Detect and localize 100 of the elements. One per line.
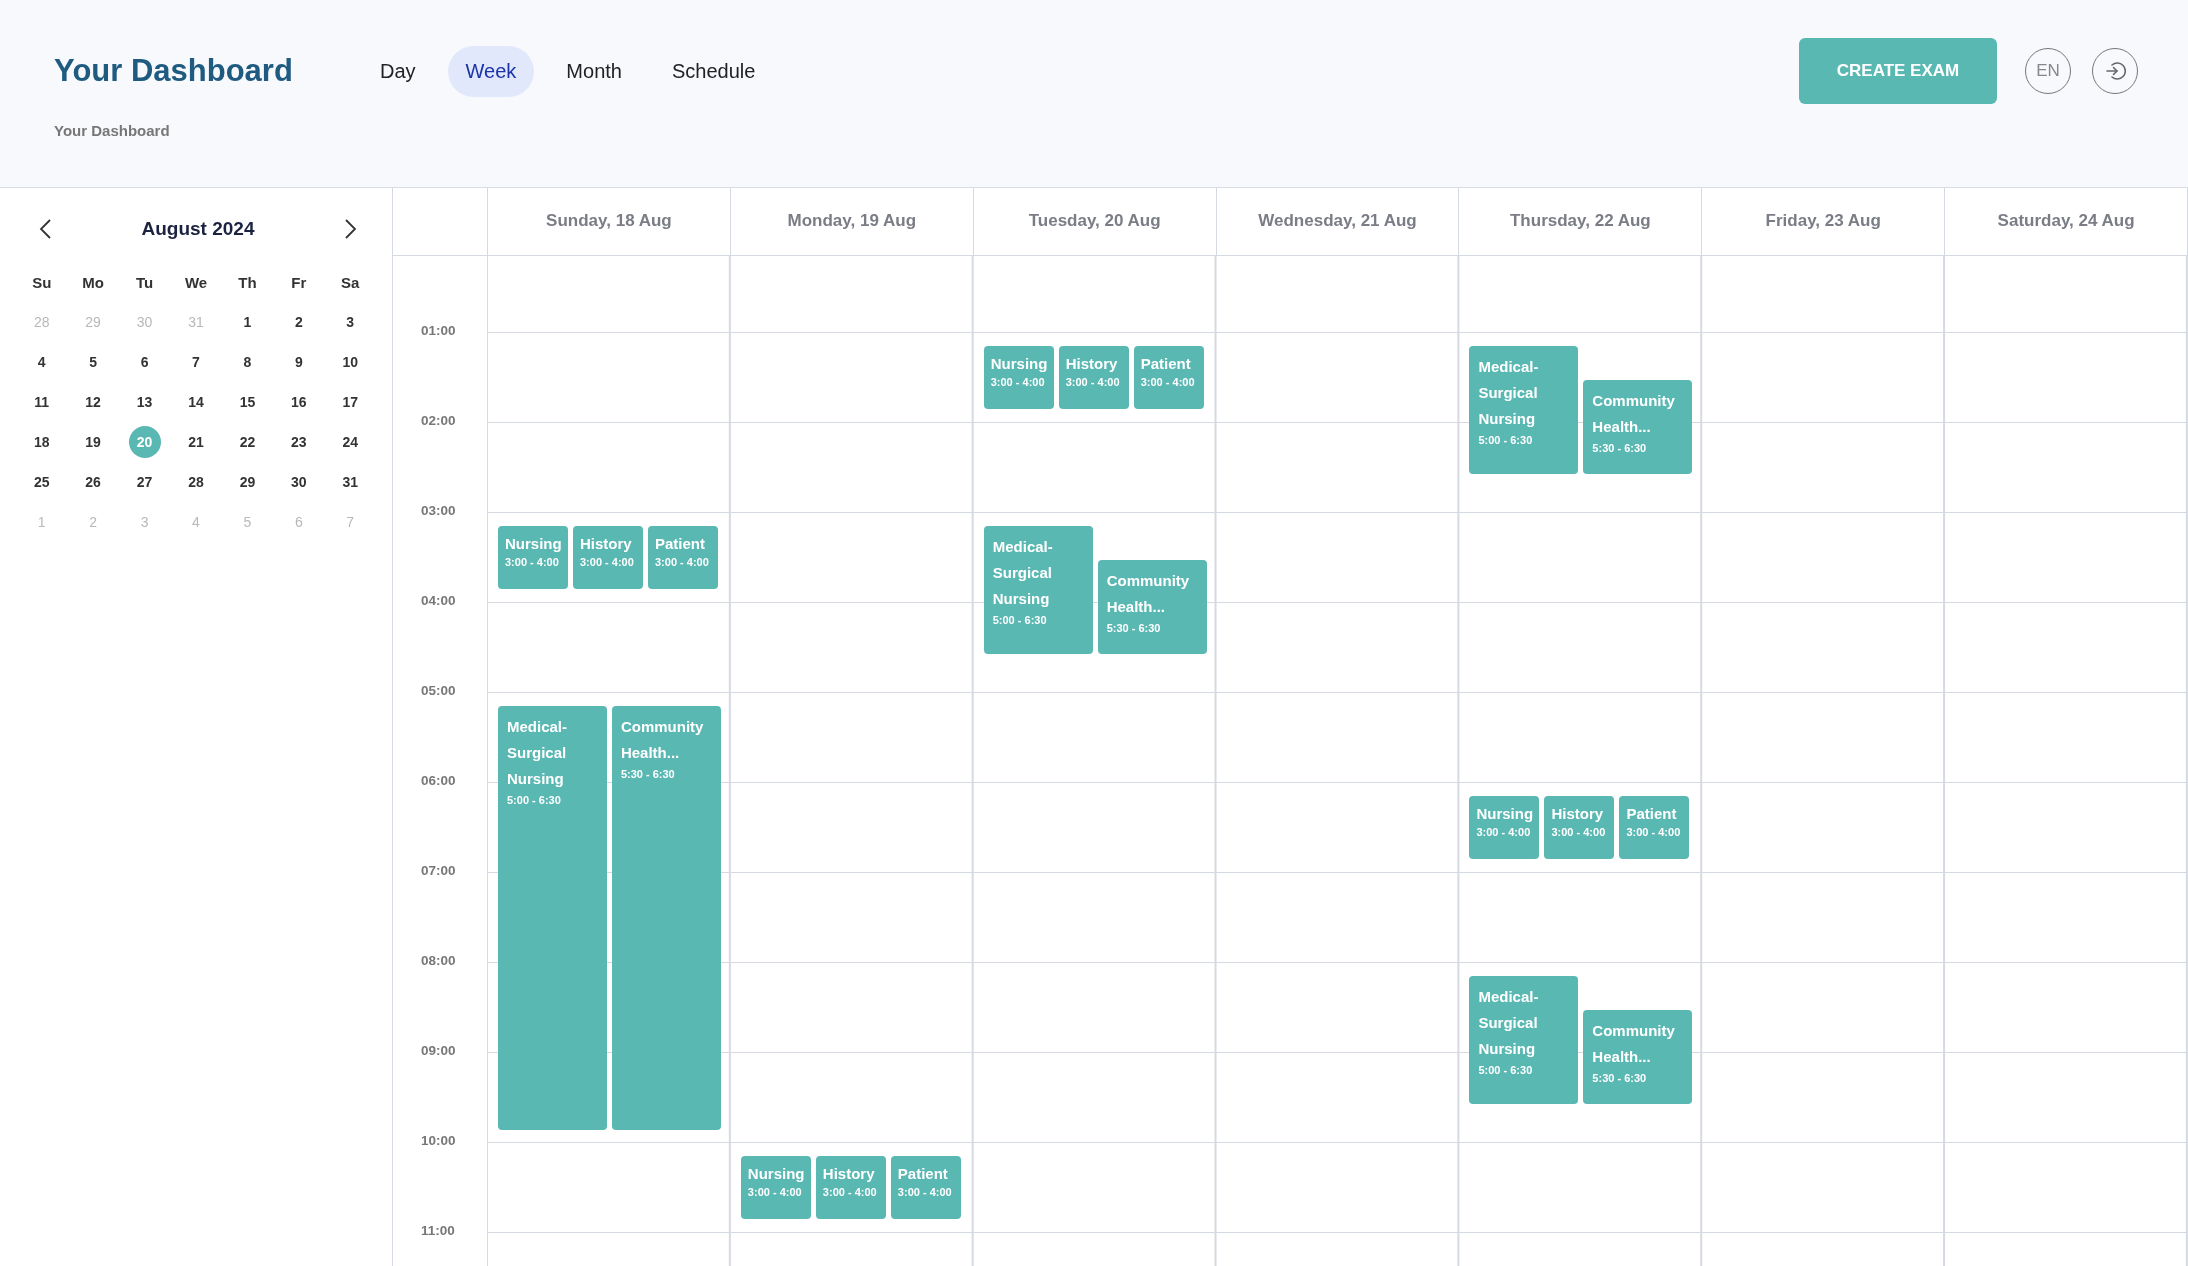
event-time: 5:30 - 6:30 (1106, 622, 1162, 634)
event-time: 3:00 - 4:00 (1140, 376, 1196, 388)
event-time: 3:00 - 4:00 (1065, 376, 1121, 388)
view-tab[interactable]: Schedule (653, 45, 774, 97)
event-title: Nursing (990, 354, 1047, 374)
chevron-right-icon[interactable] (344, 218, 358, 240)
month-title: August 2024 (141, 218, 255, 240)
event-time: 5:30 - 6:30 (1592, 442, 1648, 454)
weekday-label: We (184, 273, 208, 291)
hour-label: 07:00 (421, 863, 456, 878)
calendar-day[interactable]: 23 (282, 426, 315, 458)
calendar-day[interactable]: 5 (77, 346, 110, 378)
logout-icon (2104, 60, 2126, 82)
hour-label: 09:00 (421, 1043, 456, 1058)
weekday-label: Sa (341, 273, 360, 291)
weekday-label: Th (238, 273, 257, 291)
calendar-day[interactable]: 14 (180, 386, 212, 418)
weekday-label: Fr (291, 273, 307, 291)
event-title: Medical-Surgical Nursing (992, 537, 1054, 609)
event-title: History (1551, 804, 1605, 824)
event-title: Patient (1626, 804, 1678, 824)
day-header: Friday, 23 Aug (1702, 188, 1946, 255)
calendar-day[interactable]: 17 (334, 386, 367, 418)
calendar-day[interactable]: 25 (25, 466, 58, 498)
calendar-day[interactable]: 11 (25, 386, 58, 418)
event-title: Community Health... (620, 717, 705, 763)
event-time: 5:00 - 6:30 (992, 614, 1048, 626)
calendar-day[interactable]: 29 (231, 466, 264, 498)
hour-label: 02:00 (421, 413, 456, 428)
event-time: 5:00 - 6:30 (507, 794, 562, 806)
hour-label: 11:00 (421, 1223, 455, 1238)
event-title: Nursing (747, 1164, 804, 1184)
event-title: Community Health... (1592, 1021, 1676, 1067)
event-title: Patient (1140, 354, 1192, 374)
event-title: Medical-Surgical Nursing (507, 717, 568, 789)
event-time: 3:00 - 4:00 (1626, 826, 1682, 838)
page-title: Your Dashboard (54, 53, 294, 89)
calendar-day[interactable]: 3 (334, 306, 367, 338)
hour-label: 10:00 (421, 1133, 456, 1148)
calendar-day[interactable]: 18 (25, 426, 58, 458)
day-header: Thursday, 22 Aug (1459, 188, 1703, 255)
calendar-day[interactable]: 21 (180, 426, 212, 458)
event-time: 3:00 - 4:00 (990, 376, 1046, 388)
event-title: Patient (897, 1164, 949, 1184)
day-header: Wednesday, 21 Aug (1216, 188, 1460, 255)
event-title: Community Health... (1106, 571, 1191, 617)
event-time: 3:00 - 4:00 (655, 556, 710, 568)
calendar-day[interactable]: 22 (231, 426, 264, 458)
view-tab[interactable]: Day (362, 45, 434, 97)
event-title: History (822, 1164, 876, 1184)
breadcrumb: Your Dashboard (54, 122, 171, 139)
calendar-day[interactable]: 12 (77, 386, 110, 418)
event-time: 3:00 - 4:00 (505, 556, 560, 568)
day-header: Tuesday, 20 Aug (973, 188, 1217, 255)
calendar-day[interactable]: 26 (77, 466, 110, 498)
calendar-day[interactable]: 27 (128, 466, 161, 498)
hour-label: 01:00 (421, 323, 456, 338)
event-time: 3:00 - 4:00 (580, 556, 635, 568)
event-title: Community Health... (1592, 391, 1676, 437)
calendar-day[interactable]: 2 (282, 306, 315, 338)
event-time: 3:00 - 4:00 (1551, 826, 1607, 838)
day-header: Sunday, 18 Aug (488, 188, 731, 255)
weekday-label: Mo (82, 273, 104, 291)
calendar-day[interactable]: 30 (282, 466, 315, 498)
event-title: Medical-Surgical Nursing (1478, 987, 1540, 1059)
day-header: Saturday, 24 Aug (1945, 188, 2188, 255)
hour-label: 05:00 (421, 683, 456, 698)
event-title: Medical-Surgical Nursing (1478, 357, 1540, 429)
calendar-day[interactable]: 24 (334, 426, 367, 458)
event-title: Patient (655, 534, 706, 554)
view-tab[interactable]: Month (548, 45, 640, 97)
event-time: 3:00 - 4:00 (822, 1186, 878, 1198)
event-time: 3:00 - 4:00 (1476, 826, 1532, 838)
calendar-day[interactable]: 8 (231, 346, 264, 378)
calendar-day[interactable]: 6 (128, 346, 161, 378)
calendar-day[interactable]: 28 (180, 466, 212, 498)
calendar-day[interactable]: 31 (334, 466, 367, 498)
event-title: History (580, 534, 633, 554)
calendar-day[interactable]: 9 (282, 346, 315, 378)
chevron-left-icon[interactable] (38, 218, 52, 240)
calendar-day[interactable]: 10 (334, 346, 367, 378)
hour-label: 06:00 (421, 773, 456, 788)
event-title: Nursing (505, 534, 561, 554)
calendar-day[interactable]: 1 (231, 306, 264, 338)
calendar-day[interactable]: 16 (282, 386, 315, 418)
calendar-day[interactable]: 4 (25, 346, 58, 378)
calendar-day[interactable]: 15 (231, 386, 264, 418)
calendar-day[interactable]: 7 (180, 346, 212, 378)
event-time: 5:00 - 6:30 (1478, 434, 1534, 446)
hour-label: 03:00 (421, 503, 456, 518)
event-title: History (1065, 354, 1119, 374)
calendar-day[interactable]: 19 (77, 426, 110, 458)
event-time: 3:00 - 4:00 (897, 1186, 953, 1198)
day-header: Monday, 19 Aug (730, 188, 974, 255)
view-tab[interactable]: Week (447, 45, 535, 97)
event-time: 5:00 - 6:30 (1478, 1064, 1534, 1076)
weekday-label: Tu (135, 273, 154, 291)
hour-label: 04:00 (421, 593, 456, 608)
calendar-day[interactable]: 13 (128, 386, 161, 418)
hour-label: 08:00 (421, 953, 456, 968)
